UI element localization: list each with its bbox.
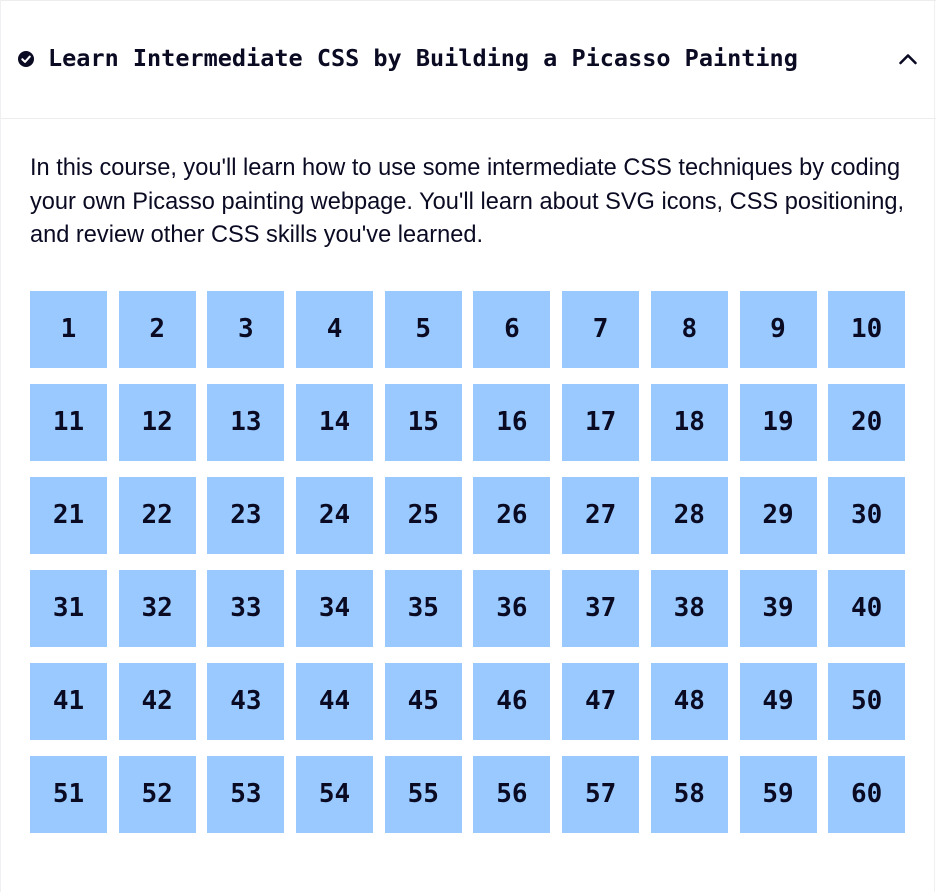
step-button[interactable]: 6 <box>473 291 551 368</box>
step-button[interactable]: 54 <box>296 756 374 833</box>
step-button[interactable]: 1 <box>30 291 107 368</box>
step-button[interactable]: 18 <box>650 384 728 461</box>
step-button[interactable]: 29 <box>739 477 817 554</box>
step-button[interactable]: 37 <box>562 570 640 647</box>
block-description: In this course, you'll learn how to use … <box>30 155 905 248</box>
step-button[interactable]: 47 <box>562 663 640 740</box>
step-button[interactable]: 45 <box>384 663 462 740</box>
block-title: Learn Intermediate CSS by Building a Pic… <box>48 44 798 72</box>
step-button[interactable]: 60 <box>828 756 906 833</box>
step-button[interactable]: 48 <box>650 663 728 740</box>
caret-up-icon[interactable] <box>898 51 918 67</box>
step-button[interactable]: 30 <box>828 477 906 554</box>
step-button[interactable]: 56 <box>473 756 551 833</box>
step-button[interactable]: 7 <box>562 291 640 368</box>
step-button[interactable]: 57 <box>562 756 640 833</box>
step-button[interactable]: 26 <box>473 477 551 554</box>
step-button[interactable]: 34 <box>296 570 374 647</box>
step-button[interactable]: 32 <box>118 570 196 647</box>
step-button[interactable]: 10 <box>828 291 906 368</box>
step-button[interactable]: 31 <box>30 570 107 647</box>
step-button[interactable]: 8 <box>650 291 728 368</box>
step-button[interactable]: 22 <box>118 477 196 554</box>
step-button[interactable]: 13 <box>207 384 285 461</box>
check-circle-icon <box>18 51 34 67</box>
step-button[interactable]: 51 <box>30 756 107 833</box>
step-button[interactable]: 44 <box>296 663 374 740</box>
step-button[interactable]: 27 <box>562 477 640 554</box>
step-button[interactable]: 43 <box>207 663 285 740</box>
step-button[interactable]: 38 <box>650 570 728 647</box>
step-button[interactable]: 52 <box>118 756 196 833</box>
step-button[interactable]: 58 <box>650 756 728 833</box>
step-button[interactable]: 35 <box>384 570 462 647</box>
step-button[interactable]: 53 <box>207 756 285 833</box>
step-button[interactable]: 36 <box>473 570 551 647</box>
block-header-toggle[interactable]: Learn Intermediate CSS by Building a Pic… <box>1 1 936 119</box>
step-button[interactable]: 11 <box>30 384 107 461</box>
step-button[interactable]: 20 <box>828 384 906 461</box>
step-button[interactable]: 2 <box>118 291 196 368</box>
step-button[interactable]: 42 <box>118 663 196 740</box>
step-button[interactable]: 14 <box>296 384 374 461</box>
step-button[interactable]: 50 <box>828 663 906 740</box>
step-button[interactable]: 49 <box>739 663 817 740</box>
step-button[interactable]: 19 <box>739 384 817 461</box>
step-grid: 1 2 3 4 5 6 7 8 9 10 11 12 13 14 15 16 17 18 19 20 21 22 23 24 2… <box>30 291 906 833</box>
step-button[interactable]: 28 <box>650 477 728 554</box>
step-button[interactable]: 59 <box>739 756 817 833</box>
step-button[interactable]: 40 <box>828 570 906 647</box>
step-button[interactable]: 9 <box>739 291 817 368</box>
course-block: Learn Intermediate CSS by Building a Pic… <box>0 0 936 892</box>
step-button[interactable]: 21 <box>30 477 107 554</box>
step-button[interactable]: 15 <box>384 384 462 461</box>
step-button[interactable]: 33 <box>207 570 285 647</box>
step-button[interactable]: 46 <box>473 663 551 740</box>
step-button[interactable]: 5 <box>384 291 462 368</box>
step-button[interactable]: 25 <box>384 477 462 554</box>
step-button[interactable]: 41 <box>30 663 107 740</box>
step-button[interactable]: 16 <box>473 384 551 461</box>
step-button[interactable]: 3 <box>207 291 285 368</box>
step-button[interactable]: 4 <box>296 291 374 368</box>
step-button[interactable]: 24 <box>296 477 374 554</box>
step-button[interactable]: 55 <box>384 756 462 833</box>
step-button[interactable]: 23 <box>207 477 285 554</box>
step-button[interactable]: 12 <box>118 384 196 461</box>
step-button[interactable]: 17 <box>562 384 640 461</box>
step-button[interactable]: 39 <box>739 570 817 647</box>
